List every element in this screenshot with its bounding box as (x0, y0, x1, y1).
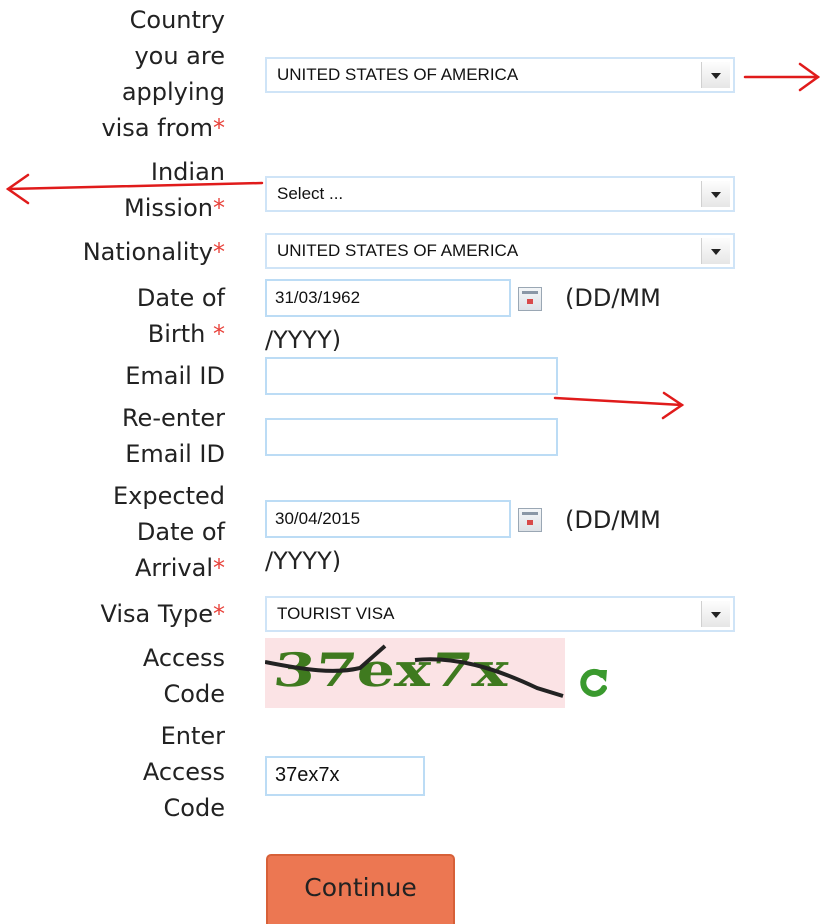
access-code-input-value: 37ex7x (275, 764, 340, 786)
nationality-label: Nationality* (82, 238, 225, 266)
arrival-input[interactable]: 30/04/2015 (265, 500, 511, 538)
arrival-format-line2: /YYYY) (265, 547, 342, 575)
dropdown-arrow-icon[interactable] (701, 181, 730, 207)
refresh-icon[interactable] (578, 666, 610, 698)
reemail-label: Re-enter Email ID (121, 404, 225, 468)
visa-type-select[interactable]: TOURIST VISA (265, 596, 735, 632)
dob-label: Date of Birth * (136, 284, 225, 348)
dob-input[interactable]: 31/03/1962 (265, 279, 511, 317)
email-label: Email ID (125, 362, 225, 390)
email-input[interactable] (265, 357, 558, 395)
mission-select-value: Select ... (277, 184, 344, 203)
captcha-image: 37ex7x (265, 638, 565, 708)
visa-type-select-value: TOURIST VISA (277, 604, 395, 623)
calendar-icon[interactable] (518, 287, 542, 311)
calendar-icon[interactable] (518, 508, 542, 532)
mission-select[interactable]: Select ... (265, 176, 735, 212)
nationality-select[interactable]: UNITED STATES OF AMERICA (265, 233, 735, 269)
enter-access-code-label: Enter Access Code (142, 722, 225, 822)
annotation-arrow (553, 391, 685, 420)
dob-format-line2: /YYYY) (265, 326, 342, 354)
reemail-input[interactable] (265, 418, 558, 456)
continue-button-label: Continue (304, 873, 417, 902)
nationality-select-value: UNITED STATES OF AMERICA (277, 241, 519, 260)
mission-label: Indian Mission* (124, 158, 225, 222)
country-select[interactable]: UNITED STATES OF AMERICA (265, 57, 735, 93)
dropdown-arrow-icon[interactable] (701, 238, 730, 264)
access-code-label: Access Code (142, 644, 225, 708)
arrival-label: Expected Date of Arrival* (113, 482, 225, 582)
country-select-value: UNITED STATES OF AMERICA (277, 65, 519, 84)
dropdown-arrow-icon[interactable] (701, 62, 730, 88)
continue-button[interactable]: Continue (266, 854, 455, 924)
dropdown-arrow-icon[interactable] (701, 601, 730, 627)
visa-type-label: Visa Type* (100, 600, 225, 628)
country-label: Country you are applying visa from* (101, 6, 225, 142)
annotation-arrow (743, 62, 821, 92)
arrival-input-value: 30/04/2015 (275, 509, 361, 528)
dob-input-value: 31/03/1962 (275, 288, 361, 307)
arrival-format-line1: (DD/MM (565, 506, 661, 534)
access-code-input[interactable]: 37ex7x (265, 756, 425, 796)
dob-format-line1: (DD/MM (565, 284, 661, 312)
